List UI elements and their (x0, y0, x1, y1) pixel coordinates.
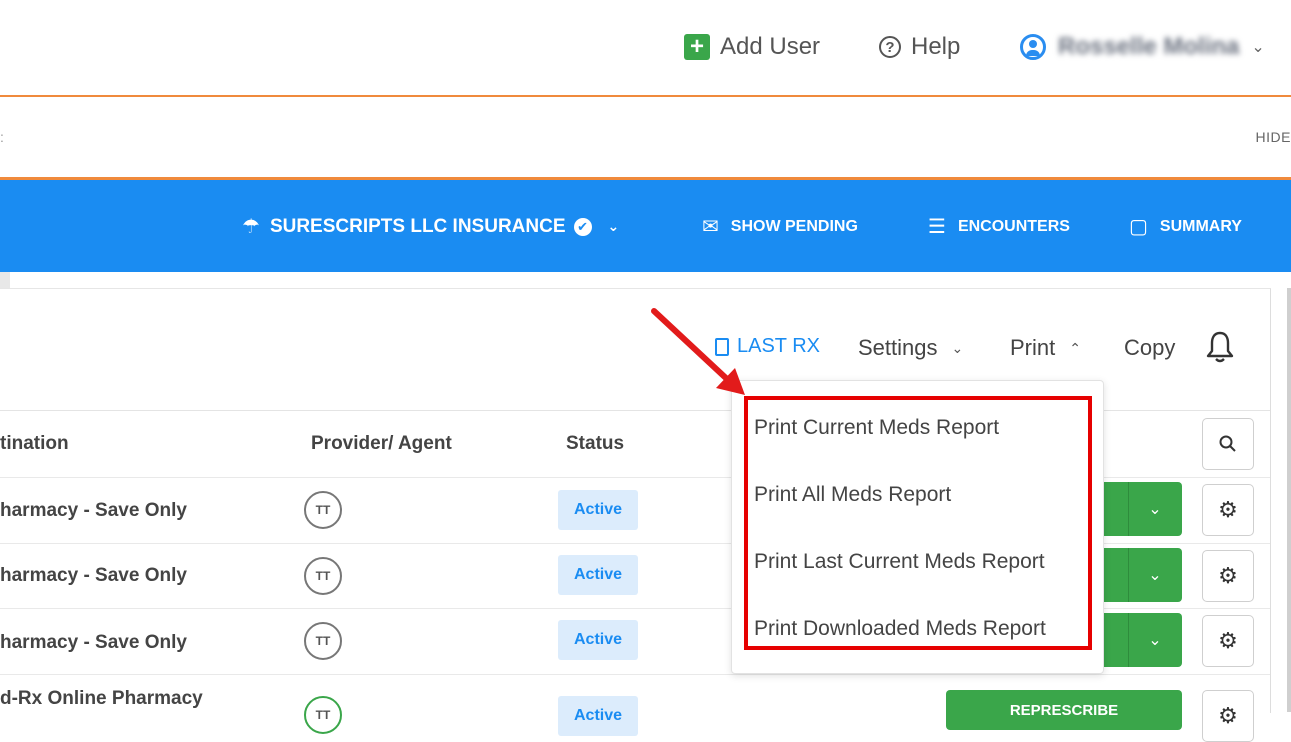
settings-dropdown[interactable]: Settings ⌄ (858, 335, 963, 361)
gear-button[interactable]: ⚙ (1202, 690, 1254, 742)
chevron-down-icon[interactable]: ⌄ (1128, 482, 1182, 536)
chevron-down-icon: ⌄ (607, 218, 620, 234)
scrollbar[interactable] (1287, 288, 1291, 712)
copy-label: Copy (1124, 335, 1176, 360)
print-all-meds-option[interactable]: Print All Meds Report (754, 483, 951, 507)
chevron-down-icon[interactable]: ⌄ (1128, 548, 1182, 602)
row-destination: harmacy - Save Only (0, 632, 187, 653)
help-label: Help (911, 33, 961, 60)
umbrella-icon: ☂ (242, 216, 260, 238)
last-rx-button[interactable]: LAST RX (715, 335, 820, 358)
chevron-down-icon: ⌄ (951, 339, 964, 356)
row-divider (0, 674, 1270, 675)
status-badge: Active (558, 555, 638, 595)
bell-icon[interactable] (1205, 330, 1235, 364)
user-avatar-icon (1020, 34, 1046, 60)
question-circle-icon: ? (879, 36, 901, 58)
summary-label: SUMMARY (1159, 217, 1242, 235)
provider-avatar: TT (304, 557, 342, 595)
row-destination: harmacy - Save Only (0, 500, 187, 521)
settings-label: Settings (858, 335, 938, 360)
copy-button[interactable]: Copy (1124, 335, 1175, 361)
gear-button[interactable]: ⚙ (1202, 484, 1254, 536)
col-header-status: Status (566, 433, 625, 454)
provider-avatar: TT (304, 696, 342, 734)
provider-avatar: TT (304, 491, 342, 529)
search-button[interactable] (1202, 418, 1254, 470)
help-button[interactable]: ? Help (879, 30, 960, 64)
print-downloaded-meds-option[interactable]: Print Downloaded Meds Report (754, 617, 1046, 641)
insurance-selector[interactable]: ☂ SURESCRIPTS LLC INSURANCE ✔ ⌄ (242, 214, 619, 239)
show-pending-label: SHOW PENDING (730, 217, 858, 235)
top-header: + Add User ? Help Rosselle Molina ⌄ (0, 0, 1291, 96)
represcribe-split-button[interactable]: ⌄ (1100, 482, 1182, 536)
hide-link[interactable]: HIDE (1256, 129, 1291, 145)
add-user-button[interactable]: + Add User (684, 30, 820, 64)
provider-avatar: TT (304, 622, 342, 660)
gear-icon: ⚙ (1218, 497, 1238, 522)
status-badge: Active (558, 620, 638, 660)
add-user-label: Add User (720, 33, 821, 60)
represcribe-split-button[interactable]: ⌄ (1100, 613, 1182, 667)
status-badge: Active (558, 696, 638, 736)
encounters-label: ENCOUNTERS (957, 217, 1070, 235)
verified-check-icon: ✔ (573, 217, 592, 236)
col-header-destination: tination (0, 433, 69, 454)
envelope-check-icon: ✉ (702, 216, 719, 238)
represcribe-button[interactable]: REPRESCRIBE (946, 690, 1182, 730)
gear-button[interactable]: ⚙ (1202, 615, 1254, 667)
summary-button[interactable]: ▢ SUMMARY (1129, 214, 1242, 239)
print-dropdown[interactable]: Print ⌃ (1010, 335, 1081, 361)
user-name: Rosselle Molina (1058, 33, 1240, 60)
row-destination: d-Rx Online Pharmacy (0, 688, 203, 709)
gear-icon: ⚙ (1218, 563, 1238, 588)
gear-icon: ⚙ (1218, 628, 1238, 653)
info-banner: : HIDE (0, 97, 1291, 177)
chevron-down-icon[interactable]: ⌄ (1128, 613, 1182, 667)
encounters-button[interactable]: ☰ ENCOUNTERS (928, 214, 1070, 239)
patient-nav-bar: ☂ SURESCRIPTS LLC INSURANCE ✔ ⌄ ✉ SHOW P… (0, 180, 1291, 272)
print-last-current-meds-option[interactable]: Print Last Current Meds Report (754, 550, 1045, 574)
clipboard-icon: ▢ (1129, 216, 1148, 238)
plus-icon: + (684, 34, 710, 60)
chevron-down-icon: ⌄ (1251, 39, 1265, 56)
last-rx-label: LAST RX (737, 335, 820, 357)
gear-icon: ⚙ (1218, 703, 1238, 728)
show-pending-button[interactable]: ✉ SHOW PENDING (702, 214, 858, 239)
row-destination: harmacy - Save Only (0, 565, 187, 586)
print-label: Print (1010, 335, 1056, 360)
represcribe-split-button[interactable]: ⌄ (1100, 548, 1182, 602)
search-icon (1219, 435, 1236, 452)
print-current-meds-option[interactable]: Print Current Meds Report (754, 416, 999, 440)
col-header-provider: Provider/ Agent (311, 433, 452, 454)
document-icon (715, 337, 729, 356)
gear-button[interactable]: ⚙ (1202, 550, 1254, 602)
chevron-up-icon: ⌃ (1069, 339, 1081, 356)
user-menu[interactable]: Rosselle Molina ⌄ (1020, 30, 1265, 64)
banner-left-mark: : (0, 129, 4, 145)
list-icon: ☰ (928, 216, 946, 238)
insurance-label: SURESCRIPTS LLC INSURANCE (269, 215, 566, 237)
status-badge: Active (558, 490, 638, 530)
